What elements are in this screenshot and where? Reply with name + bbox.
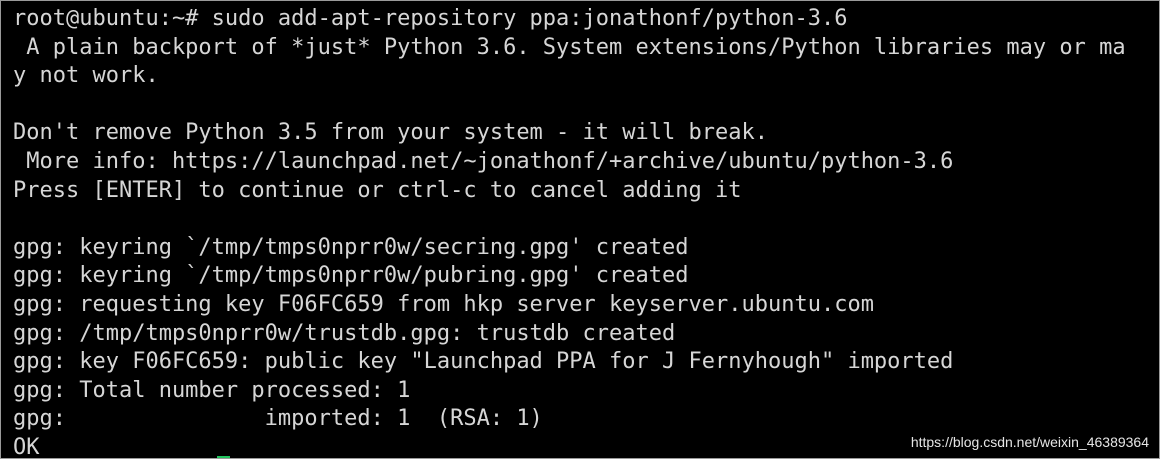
terminal-line: gpg: Total number processed: 1 [13, 377, 411, 403]
terminal-line: gpg: keyring `/tmp/tmps0nprr0w/secring.g… [13, 234, 689, 260]
terminal-line: A plain backport of *just* Python 3.6. S… [13, 34, 1126, 60]
terminal-output[interactable]: root@ubuntu:~# sudo add-apt-repository p… [13, 5, 1159, 458]
terminal-line-command: root@ubuntu:~# sudo add-apt-repository p… [13, 6, 848, 31]
terminal-line: gpg: key F06FC659: public key "Launchpad… [13, 349, 954, 375]
terminal-line: gpg: imported: 1 (RSA: 1) [13, 406, 543, 432]
terminal-line: gpg: keyring `/tmp/tmps0nprr0w/pubring.g… [13, 263, 689, 289]
terminal-line: Press [ENTER] to continue or ctrl-c to c… [13, 177, 742, 203]
terminal-line: y not work. [13, 63, 159, 89]
terminal-line: gpg: requesting key F06FC659 from hkp se… [13, 291, 874, 317]
terminal-line: gpg: /tmp/tmps0nprr0w/trustdb.gpg: trust… [13, 320, 676, 346]
terminal-line: More info: https://launchpad.net/~jonath… [13, 148, 954, 174]
terminal-line: Don't remove Python 3.5 from your system… [13, 120, 768, 146]
watermark-url: https://blog.csdn.net/weixin_46389364 [910, 434, 1149, 450]
terminal-window[interactable]: root@ubuntu:~# sudo add-apt-repository p… [0, 0, 1160, 459]
